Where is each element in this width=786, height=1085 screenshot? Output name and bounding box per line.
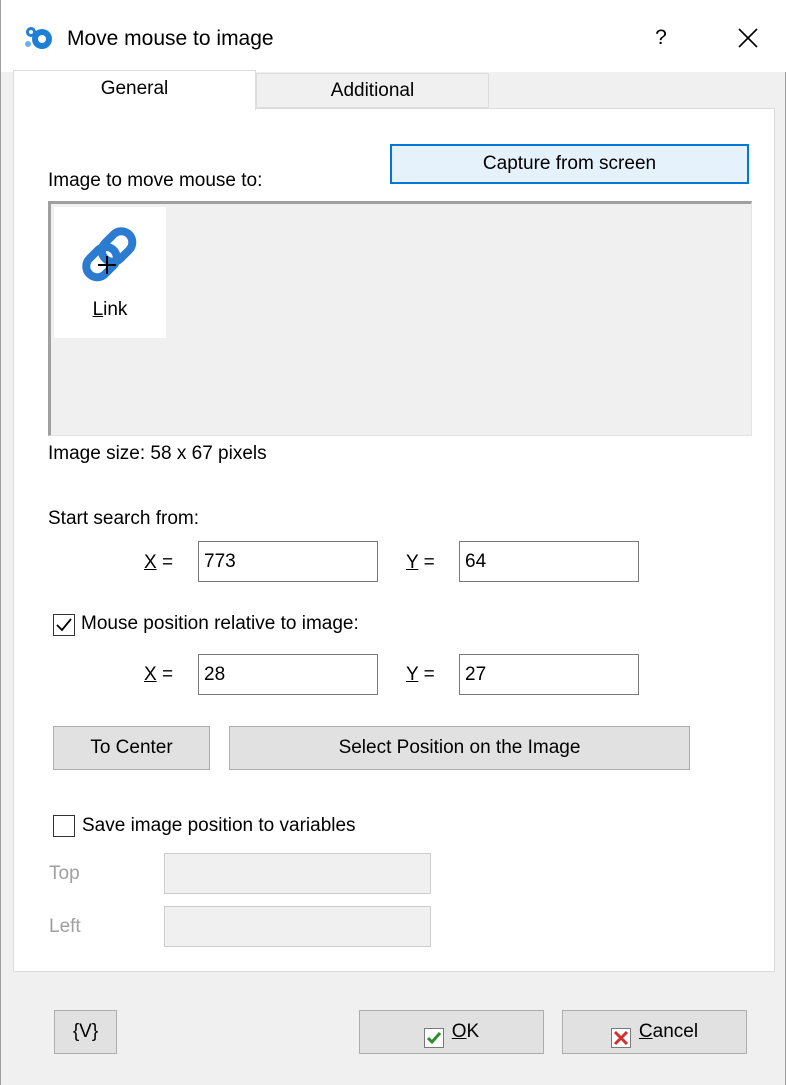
rel-x-input[interactable]: 28 xyxy=(198,654,378,695)
top-label: Top xyxy=(49,863,80,884)
to-center-button[interactable]: To Center xyxy=(53,726,210,770)
tab-general[interactable]: General xyxy=(13,70,256,110)
select-position-button[interactable]: Select Position on the Image xyxy=(229,726,690,770)
link-caption-mnemonic: L xyxy=(92,299,104,320)
cancel-mnemonic: C xyxy=(638,1021,653,1042)
window-title: Move mouse to image xyxy=(67,27,274,50)
ok-rest: K xyxy=(466,1021,480,1042)
variables-button[interactable]: {V} xyxy=(54,1010,117,1054)
rel-y-letter: Y xyxy=(406,664,419,685)
capture-from-screen-button[interactable]: Capture from screen xyxy=(390,144,749,184)
rel-x-letter: X xyxy=(144,664,157,685)
rel-y-input[interactable]: 27 xyxy=(459,654,639,695)
close-button[interactable] xyxy=(719,16,775,60)
tab-additional[interactable]: Additional xyxy=(256,73,489,108)
image-label: Image to move mouse to: xyxy=(48,170,263,191)
start-y-label: Y = xyxy=(406,552,435,574)
dialog-window: Move mouse to image ? General Additional… xyxy=(0,0,786,1085)
start-search-label: Start search from: xyxy=(48,508,199,529)
rel-y-label: Y = xyxy=(406,664,435,686)
save-position-label[interactable]: Save image position to variables xyxy=(82,815,356,837)
ok-mnemonic: O xyxy=(451,1021,467,1042)
start-x-equals: = xyxy=(161,552,174,573)
left-label: Left xyxy=(49,916,81,937)
close-icon xyxy=(738,28,758,48)
captured-image: Link xyxy=(54,207,166,338)
start-y-equals: = xyxy=(423,552,435,573)
ok-button[interactable]: OK xyxy=(359,1010,544,1054)
rel-x-label: X = xyxy=(144,664,173,686)
image-preview[interactable]: Link xyxy=(48,201,752,436)
top-input[interactable] xyxy=(164,853,431,894)
save-position-checkbox[interactable] xyxy=(53,815,75,837)
checkmark-icon xyxy=(56,618,72,632)
start-y-letter: Y xyxy=(406,552,419,573)
rel-x-equals: = xyxy=(161,664,174,685)
cancel-rest: ancel xyxy=(652,1021,699,1042)
relative-position-checkbox[interactable] xyxy=(53,614,75,636)
title-bar: Move mouse to image ? xyxy=(1,0,786,72)
help-button[interactable]: ? xyxy=(633,16,689,60)
start-x-label: X = xyxy=(144,552,173,574)
app-icon xyxy=(23,24,53,52)
link-icon xyxy=(82,227,137,282)
image-size-text: Image size: 58 x 67 pixels xyxy=(48,443,267,464)
ok-check-icon xyxy=(423,1022,444,1048)
link-caption-rest: ink xyxy=(103,299,128,320)
link-caption: Link xyxy=(54,299,166,321)
cancel-x-icon xyxy=(610,1022,631,1048)
start-x-letter: X xyxy=(144,552,157,573)
relative-position-label[interactable]: Mouse position relative to image: xyxy=(81,613,359,635)
cancel-button[interactable]: Cancel xyxy=(562,1010,747,1054)
rel-y-equals: = xyxy=(423,664,435,685)
left-input[interactable] xyxy=(164,906,431,947)
start-x-input[interactable]: 773 xyxy=(198,541,378,582)
start-y-input[interactable]: 64 xyxy=(459,541,639,582)
